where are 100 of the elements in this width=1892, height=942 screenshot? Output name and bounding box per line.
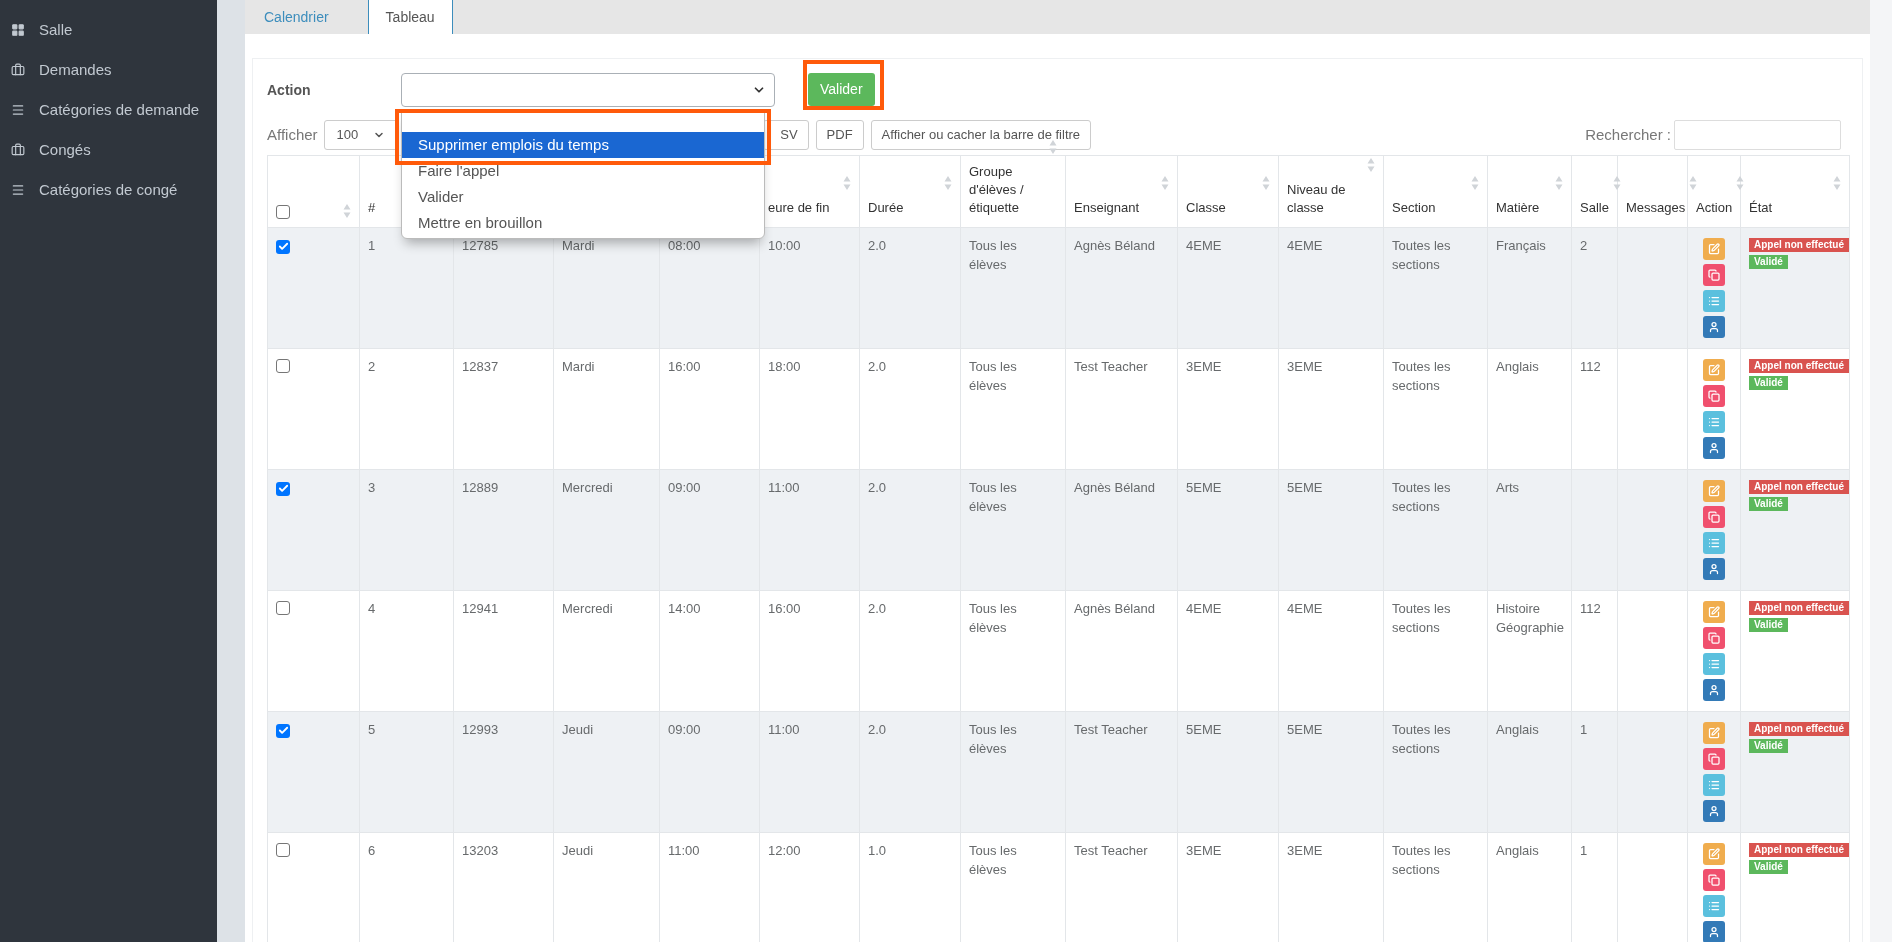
sort-icon[interactable] xyxy=(1367,157,1375,173)
checkbox[interactable] xyxy=(276,359,290,373)
copy-button[interactable] xyxy=(1703,264,1725,286)
table-cell: Tous les élèves xyxy=(969,359,1017,393)
edit-button[interactable] xyxy=(1703,480,1725,502)
person-icon xyxy=(1708,684,1720,696)
table-cell: 08:00 xyxy=(668,238,701,253)
sort-icon[interactable] xyxy=(1736,175,1745,191)
sidebar-item[interactable]: Catégories de congé xyxy=(0,170,217,210)
status-badge: Validé xyxy=(1749,618,1788,632)
list-button[interactable] xyxy=(1703,895,1725,917)
dropdown-option[interactable]: Supprimer emplois du temps xyxy=(402,132,764,158)
sort-icon[interactable] xyxy=(944,175,952,191)
table-cell: Arts xyxy=(1496,480,1520,495)
checkbox[interactable] xyxy=(276,239,290,254)
sidebar-item[interactable]: Salle xyxy=(0,10,217,50)
table-cell: Tous les élèves xyxy=(969,601,1017,635)
column-header[interactable]: # xyxy=(368,199,376,217)
user-button[interactable] xyxy=(1703,437,1725,459)
table-cell: 6 xyxy=(368,843,376,858)
sort-icon[interactable] xyxy=(1833,175,1841,191)
user-button[interactable] xyxy=(1703,679,1725,701)
copy-button[interactable] xyxy=(1703,869,1725,891)
column-header[interactable]: Enseignant xyxy=(1074,199,1140,217)
person-icon xyxy=(1708,321,1720,333)
status-badge: Appel non effectué xyxy=(1749,238,1849,252)
table-cell: Toutes les sections xyxy=(1392,238,1451,272)
sort-icon[interactable] xyxy=(1689,175,1698,191)
pencil-square-icon xyxy=(1708,485,1720,497)
edit-button[interactable] xyxy=(1703,359,1725,381)
table-cell: 11:00 xyxy=(668,843,700,858)
table-cell: 11:00 xyxy=(768,480,800,495)
checkbox[interactable] xyxy=(276,723,290,738)
action-select[interactable] xyxy=(401,73,775,107)
table-cell: Mercredi xyxy=(562,480,613,495)
list-button[interactable] xyxy=(1703,411,1725,433)
export-button[interactable]: PDF xyxy=(815,120,864,150)
user-button[interactable] xyxy=(1703,558,1725,580)
sidebar-item[interactable]: Demandes xyxy=(0,50,217,90)
export-button[interactable]: Afficher ou cacher la barre de filtre xyxy=(870,120,1092,150)
tab[interactable]: Tableau xyxy=(367,0,453,34)
checkbox[interactable] xyxy=(276,843,290,857)
table-cell: 5EME xyxy=(1186,480,1222,495)
status-badge: Validé xyxy=(1749,376,1788,390)
table-cell: Toutes les sections xyxy=(1392,601,1451,635)
edit-button[interactable] xyxy=(1703,238,1725,260)
checkbox[interactable] xyxy=(276,481,290,496)
menu-icon xyxy=(11,183,25,197)
list-button[interactable] xyxy=(1703,290,1725,312)
column-header[interactable]: Action xyxy=(1696,199,1733,217)
dropdown-option[interactable]: Valider xyxy=(402,184,764,210)
dropdown-option[interactable]: Faire l'appel xyxy=(402,158,764,184)
table-cell: Agnès Béland xyxy=(1074,601,1155,616)
sort-icon[interactable] xyxy=(1049,139,1057,155)
copy-button[interactable] xyxy=(1703,627,1725,649)
table-cell: 16:00 xyxy=(768,601,801,616)
column-header[interactable]: État xyxy=(1749,199,1773,217)
status-badge: Appel non effectué xyxy=(1749,359,1849,373)
edit-button[interactable] xyxy=(1703,601,1725,623)
briefcase-icon xyxy=(11,143,25,157)
sort-icon[interactable] xyxy=(1161,175,1169,191)
briefcase-icon xyxy=(11,63,25,77)
sort-icon[interactable] xyxy=(1471,175,1479,191)
table-cell: Test Teacher xyxy=(1074,359,1148,374)
table-cell: 4EME xyxy=(1287,601,1323,616)
status-badge: Appel non effectué xyxy=(1749,480,1849,494)
page-size-select[interactable]: 100 xyxy=(323,120,398,150)
sort-icon[interactable] xyxy=(843,175,851,191)
sort-icon[interactable] xyxy=(1262,175,1270,191)
list-icon xyxy=(1708,416,1720,428)
list-button[interactable] xyxy=(1703,532,1725,554)
table-cell: Jeudi xyxy=(562,722,594,737)
copy-button[interactable] xyxy=(1703,506,1725,528)
copy-button[interactable] xyxy=(1703,385,1725,407)
dropdown-option[interactable]: Mettre en brouillon xyxy=(402,210,764,236)
column-header[interactable]: Section xyxy=(1392,199,1436,217)
user-button[interactable] xyxy=(1703,800,1725,822)
sidebar-item[interactable]: Congés xyxy=(0,130,217,170)
search-field[interactable] xyxy=(1674,120,1841,150)
column-header[interactable]: Salle xyxy=(1580,199,1609,217)
table-cell: 2.0 xyxy=(868,480,887,495)
checkbox[interactable] xyxy=(276,205,290,219)
list-icon xyxy=(1708,658,1720,670)
sort-icon[interactable] xyxy=(1555,175,1563,191)
edit-button[interactable] xyxy=(1703,722,1725,744)
user-button[interactable] xyxy=(1703,316,1725,338)
sort-icon[interactable] xyxy=(343,203,351,219)
list-button[interactable] xyxy=(1703,774,1725,796)
column-header[interactable]: Classe xyxy=(1186,199,1226,217)
checkbox[interactable] xyxy=(276,601,290,615)
sidebar-item[interactable]: Catégories de demande xyxy=(0,90,217,130)
user-button[interactable] xyxy=(1703,921,1725,942)
column-header[interactable]: Durée xyxy=(868,199,904,217)
column-header[interactable]: Matière xyxy=(1496,199,1540,217)
status-badge: Appel non effectué xyxy=(1749,843,1849,857)
list-button[interactable] xyxy=(1703,653,1725,675)
column-header[interactable]: eure de fin xyxy=(768,199,830,217)
sort-icon[interactable] xyxy=(1612,175,1621,191)
edit-button[interactable] xyxy=(1703,843,1725,865)
copy-button[interactable] xyxy=(1703,748,1725,770)
